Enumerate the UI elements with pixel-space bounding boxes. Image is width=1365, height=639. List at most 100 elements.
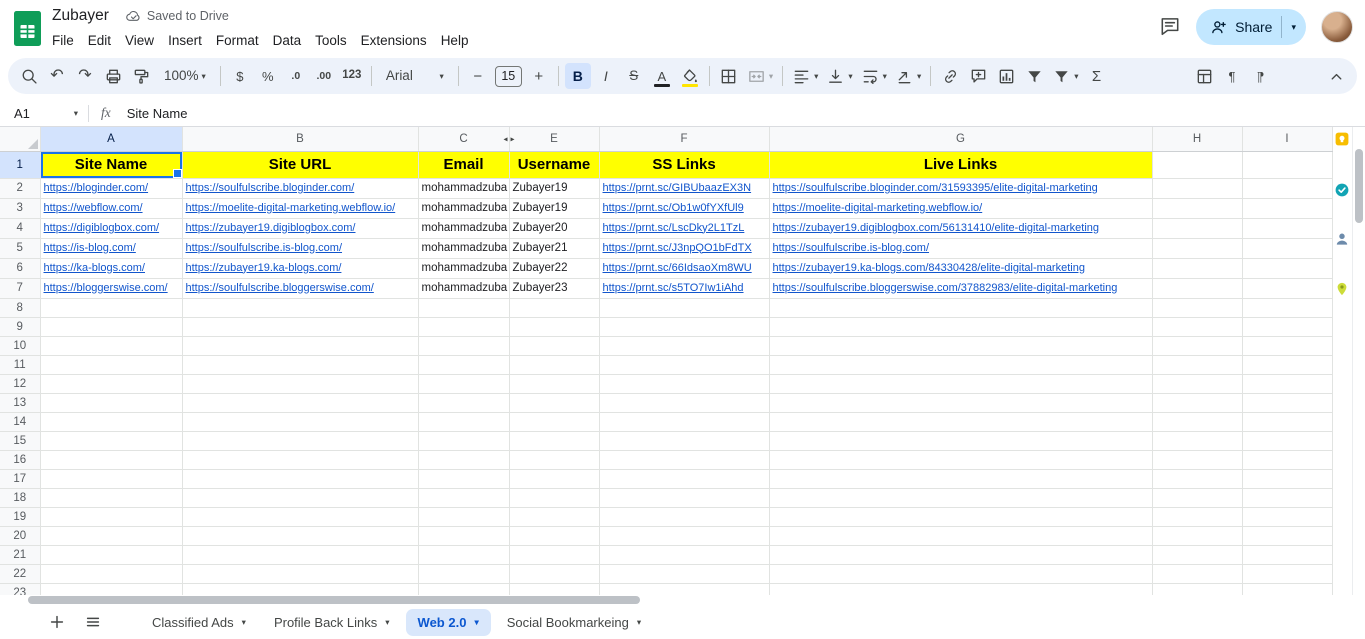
cell-I18[interactable]	[1242, 488, 1332, 507]
functions-icon[interactable]: Σ	[1084, 63, 1110, 89]
cell-G4[interactable]: https://zubayer19.digiblogbox.com/561314…	[769, 218, 1152, 238]
insert-chart-icon[interactable]	[993, 63, 1019, 89]
cell-I11[interactable]	[1242, 355, 1332, 374]
cell-G17[interactable]	[769, 469, 1152, 488]
cell-H13[interactable]	[1152, 393, 1242, 412]
cell-A19[interactable]	[40, 507, 182, 526]
cell-E5[interactable]: Zubayer21	[509, 238, 599, 258]
unhide-column-right-icon[interactable]: ▸	[511, 134, 515, 143]
cell-A8[interactable]	[40, 298, 182, 317]
sheet-tab-social-bookmarkeing[interactable]: Social Bookmarkeing▾	[495, 609, 653, 636]
cell-E6[interactable]: Zubayer22	[509, 258, 599, 278]
cell-C1[interactable]: Email	[418, 151, 509, 178]
cell-C10[interactable]	[418, 336, 509, 355]
cell-F6[interactable]: https://prnt.sc/66IdsaoXm8WU	[599, 258, 769, 278]
cell-B6[interactable]: https://zubayer19.ka-blogs.com/	[182, 258, 418, 278]
decrease-font-size-icon[interactable]: −	[465, 63, 491, 89]
cell-A7[interactable]: https://bloggerswise.com/	[40, 278, 182, 298]
cell-A12[interactable]	[40, 374, 182, 393]
row-header-23[interactable]: 23	[0, 583, 40, 595]
cell-E22[interactable]	[509, 564, 599, 583]
cell-A15[interactable]	[40, 431, 182, 450]
cell-F2[interactable]: https://prnt.sc/GIBUbaazEX3N	[599, 178, 769, 198]
cell-A22[interactable]	[40, 564, 182, 583]
cell-C2[interactable]: mohammadzuba	[418, 178, 509, 198]
menu-format[interactable]: Format	[209, 31, 266, 50]
document-title[interactable]: Zubayer	[52, 7, 109, 25]
cell-F17[interactable]	[599, 469, 769, 488]
row-header-22[interactable]: 22	[0, 564, 40, 583]
cell-G6[interactable]: https://zubayer19.ka-blogs.com/84330428/…	[769, 258, 1152, 278]
cell-E2[interactable]: Zubayer19	[509, 178, 599, 198]
cell-E19[interactable]	[509, 507, 599, 526]
cell-E4[interactable]: Zubayer20	[509, 218, 599, 238]
cell-G10[interactable]	[769, 336, 1152, 355]
cell-H21[interactable]	[1152, 545, 1242, 564]
cell-H2[interactable]	[1152, 178, 1242, 198]
cell-E23[interactable]	[509, 583, 599, 595]
name-box[interactable]: A1 ▾	[14, 106, 88, 121]
row-header-2[interactable]: 2	[0, 178, 40, 198]
row-header-16[interactable]: 16	[0, 450, 40, 469]
cell-H1[interactable]	[1152, 151, 1242, 178]
decrease-decimals-icon[interactable]: .0	[283, 63, 309, 89]
cell-A13[interactable]	[40, 393, 182, 412]
cell-B20[interactable]	[182, 526, 418, 545]
cell-E3[interactable]: Zubayer19	[509, 198, 599, 218]
select-all-button[interactable]	[0, 127, 40, 151]
menu-view[interactable]: View	[118, 31, 161, 50]
cell-A11[interactable]	[40, 355, 182, 374]
cell-B16[interactable]	[182, 450, 418, 469]
cell-H10[interactable]	[1152, 336, 1242, 355]
column-header-I[interactable]: I	[1242, 127, 1332, 151]
cell-C11[interactable]	[418, 355, 509, 374]
cell-I22[interactable]	[1242, 564, 1332, 583]
row-header-20[interactable]: 20	[0, 526, 40, 545]
cell-I21[interactable]	[1242, 545, 1332, 564]
row-header-9[interactable]: 9	[0, 317, 40, 336]
cell-A23[interactable]	[40, 583, 182, 595]
contacts-icon[interactable]	[1334, 231, 1350, 247]
cell-C5[interactable]: mohammadzuba	[418, 238, 509, 258]
increase-font-size-icon[interactable]: +	[526, 63, 552, 89]
cell-B8[interactable]	[182, 298, 418, 317]
row-header-5[interactable]: 5	[0, 238, 40, 258]
more-formats-icon[interactable]: 123	[339, 63, 365, 89]
cell-A17[interactable]	[40, 469, 182, 488]
share-button[interactable]: Share ▾	[1196, 9, 1306, 45]
text-rotation-icon[interactable]: ▾	[892, 63, 924, 89]
zoom-select[interactable]: 100%▾	[156, 63, 214, 89]
row-header-18[interactable]: 18	[0, 488, 40, 507]
font-size-input[interactable]: 15	[495, 66, 522, 87]
undo-icon[interactable]: ↶	[44, 63, 70, 89]
cell-G22[interactable]	[769, 564, 1152, 583]
name-box-caret-icon[interactable]: ▾	[74, 109, 78, 118]
cell-F19[interactable]	[599, 507, 769, 526]
cell-A14[interactable]	[40, 412, 182, 431]
increase-decimals-icon[interactable]: .00	[311, 63, 337, 89]
cell-I9[interactable]	[1242, 317, 1332, 336]
text-color-icon[interactable]: A	[649, 63, 675, 89]
format-currency-icon[interactable]: $	[227, 63, 253, 89]
cell-F11[interactable]	[599, 355, 769, 374]
cell-F18[interactable]	[599, 488, 769, 507]
cell-H5[interactable]	[1152, 238, 1242, 258]
cell-B18[interactable]	[182, 488, 418, 507]
cell-C17[interactable]	[418, 469, 509, 488]
row-header-4[interactable]: 4	[0, 218, 40, 238]
cell-F12[interactable]	[599, 374, 769, 393]
cell-B1[interactable]: Site URL	[182, 151, 418, 178]
column-header-B[interactable]: B	[182, 127, 418, 151]
font-family-select[interactable]: Arial▾	[378, 63, 452, 89]
row-header-8[interactable]: 8	[0, 298, 40, 317]
tasks-icon[interactable]	[1334, 182, 1350, 198]
row-header-14[interactable]: 14	[0, 412, 40, 431]
text-direction-ltr-icon[interactable]: ¶	[1219, 63, 1245, 89]
sheet-tab-classified-ads[interactable]: Classified Ads▾	[140, 609, 258, 636]
cell-I8[interactable]	[1242, 298, 1332, 317]
share-dropdown-caret-icon[interactable]: ▾	[1291, 22, 1296, 33]
column-header-E[interactable]: E▸	[509, 127, 599, 151]
cell-I5[interactable]	[1242, 238, 1332, 258]
column-header-H[interactable]: H	[1152, 127, 1242, 151]
cell-I1[interactable]	[1242, 151, 1332, 178]
